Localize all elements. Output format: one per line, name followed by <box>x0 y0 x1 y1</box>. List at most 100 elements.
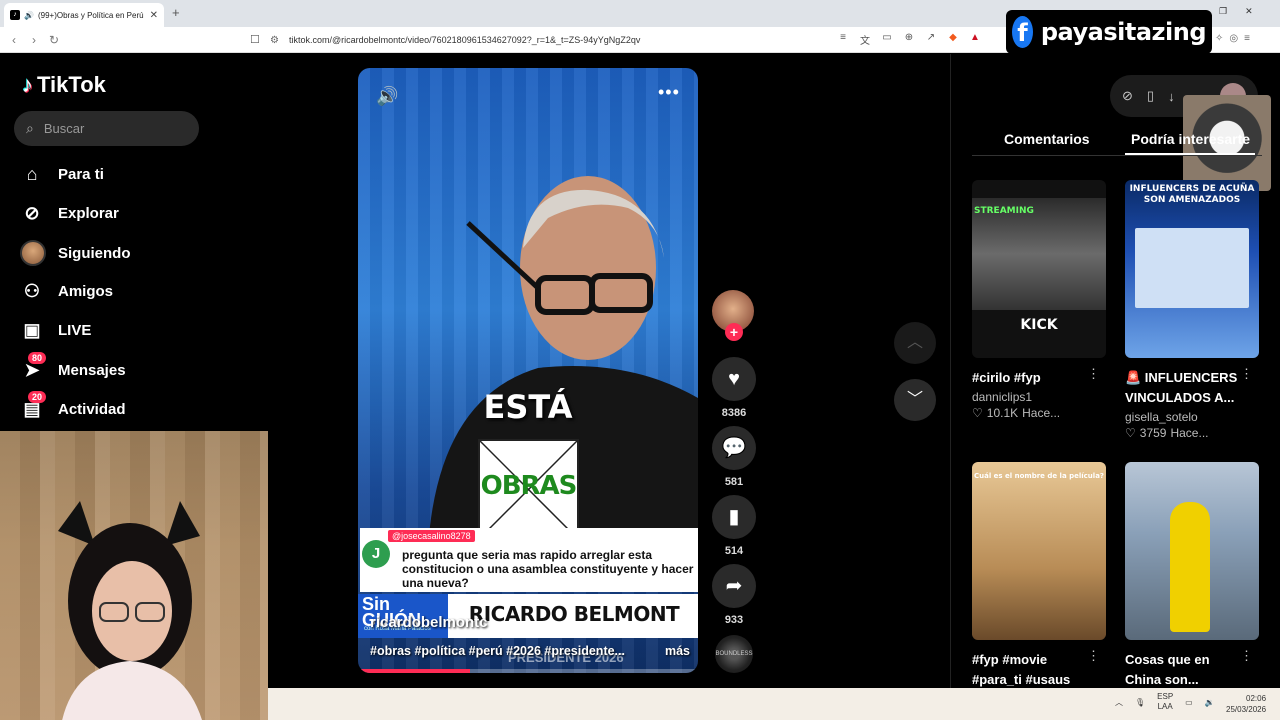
share-count: 933 <box>724 614 744 626</box>
search-input[interactable] <box>43 121 184 136</box>
clock-time: 02:06 <box>1246 694 1267 703</box>
volume-icon[interactable]: 🔊 <box>376 86 398 107</box>
messages-icon: ➤ 80 <box>20 351 47 381</box>
sidebar-item-explorar[interactable]: ⊘ Explorar <box>20 200 119 226</box>
card-title: #cirilo #fyp <box>972 370 1041 385</box>
sidebar-item-live[interactable]: ▣ LIVE <box>20 317 91 343</box>
microphone-icon[interactable]: 🎙 <box>1135 698 1145 707</box>
system-clock[interactable]: 02:06 25/03/2026 <box>1226 693 1266 715</box>
activity-icon: ▤ 20 <box>20 390 47 420</box>
list-item[interactable]: Cuál es el nombre de la película? #fyp #… <box>972 462 1106 690</box>
music-disc[interactable]: BOUNDLESS WORSHIP <box>715 635 753 695</box>
more-options-icon[interactable]: ⋮ <box>1087 648 1100 664</box>
avatar <box>20 240 46 266</box>
follow-plus-button[interactable]: + <box>725 323 743 341</box>
download-icon[interactable]: ↓ <box>1168 89 1175 104</box>
window-close-button[interactable]: ✕ <box>1245 6 1253 17</box>
list-item[interactable]: Cosas que en China son... ⋮ <box>1125 462 1259 690</box>
card-time: Hace... <box>1170 426 1209 440</box>
bookmark-icon[interactable]: ▮ <box>712 495 756 539</box>
back-icon[interactable]: ‹ <box>4 33 24 47</box>
reader-icon[interactable]: ≡ <box>832 32 854 47</box>
chevron-up-icon[interactable]: ︿ <box>1115 697 1123 708</box>
list-item[interactable]: STREAMING KICK #cirilo #fyp ⋮ danniclips… <box>972 180 1106 420</box>
compass-icon[interactable]: ⊘ <box>1122 88 1133 104</box>
streamer-figure <box>58 501 202 720</box>
url-text: tiktok.com/@ricardobelmontc/video/760218… <box>288 35 641 45</box>
webcam-overlay <box>0 431 268 720</box>
next-video-button[interactable]: ﹀ <box>894 379 936 421</box>
language-code: ESP <box>1157 692 1174 701</box>
browser-tab[interactable]: ♪ 🔊 (99+)Obras y Política en Perú ✕ <box>4 3 164 27</box>
system-tray: ︿ 🎙 ESP LAA ▭ 🔉 <box>1115 692 1215 712</box>
list-item[interactable]: INFLUENCERS DE ACUÑA SON AMENAZADOS 🚨 IN… <box>1125 180 1259 440</box>
share-action[interactable]: ➦ 933 <box>711 564 757 626</box>
messages-badge: 80 <box>28 351 47 364</box>
video-thumbnail[interactable] <box>1125 462 1259 640</box>
vpn-icon[interactable]: ◎ <box>1229 33 1238 44</box>
share-icon[interactable]: ↗ <box>920 32 942 47</box>
video-player[interactable]: 🔊 ••• ESTÁ OBRAS @josecasalino8278 J pre… <box>358 68 698 673</box>
site-info-icon[interactable]: ⚙ <box>270 35 279 46</box>
more-options-icon[interactable]: ⋮ <box>1087 366 1100 382</box>
sidebar-item-actividad[interactable]: ▤ 20 Actividad <box>20 390 126 422</box>
comment-icon[interactable]: 💬 <box>712 426 756 470</box>
bookmark-page-icon[interactable]: ☐ <box>250 33 260 46</box>
extensions-icon[interactable]: ✧ <box>1215 33 1223 44</box>
more-options-icon[interactable]: ••• <box>658 82 680 103</box>
screenshot-icon[interactable]: ▭ <box>876 32 898 47</box>
stream-overlay-badge: f payasitazing <box>1006 10 1212 54</box>
language-indicator[interactable]: ESP LAA <box>1157 692 1173 712</box>
tab-close-icon[interactable]: ✕ <box>150 10 158 21</box>
save-action[interactable]: ▮ 514 <box>711 495 757 557</box>
heart-icon[interactable]: ♥ <box>712 357 756 401</box>
maximize-button[interactable]: ❐ <box>1219 6 1227 17</box>
share-arrow-icon[interactable]: ➦ <box>712 564 756 608</box>
more-options-icon[interactable]: ⋮ <box>1240 366 1253 382</box>
sidebar-item-para-ti[interactable]: ⌂ Para ti <box>20 161 104 187</box>
video-thumbnail[interactable]: STREAMING KICK <box>972 180 1106 358</box>
card-time: Hace... <box>1022 406 1061 420</box>
card-meta: ♡ 3759 Hace... <box>1125 426 1259 440</box>
like-action[interactable]: ♥ 8386 <box>711 357 757 419</box>
video-thumbnail[interactable]: Cuál es el nombre de la película? <box>972 462 1106 640</box>
tab-may-interest[interactable]: Podría interesarte <box>1131 131 1250 147</box>
comment-action[interactable]: 💬 581 <box>711 426 757 488</box>
rewards-icon[interactable]: ▲ <box>964 32 986 47</box>
volume-tray-icon[interactable]: 🔉 <box>1205 698 1215 707</box>
display-icon[interactable]: ▭ <box>1185 698 1193 707</box>
device-icon[interactable]: ▯ <box>1147 88 1154 104</box>
search-box[interactable]: ⌕ <box>14 111 199 146</box>
thumbnail-caption: INFLUENCERS DE ACUÑA SON AMENAZADOS <box>1129 184 1255 205</box>
keyboard-layout: LAA <box>1157 702 1173 711</box>
sidebar-item-label: Amigos <box>58 282 114 300</box>
activity-badge: 20 <box>28 390 47 403</box>
translate-icon[interactable]: 文 <box>854 32 876 47</box>
video-thumbnail[interactable]: INFLUENCERS DE ACUÑA SON AMENAZADOS <box>1125 180 1259 358</box>
sidebar-item-label: Actividad <box>58 400 126 418</box>
card-user[interactable]: gisella_sotelo <box>1125 410 1259 424</box>
menu-icon[interactable]: ≡ <box>1244 33 1250 44</box>
panel-divider <box>950 54 951 688</box>
sidebar-item-mensajes[interactable]: ➤ 80 Mensajes <box>20 351 126 383</box>
video-progress-bar[interactable] <box>358 669 698 673</box>
thumbnail-tag: STREAMING <box>974 206 1034 216</box>
forward-icon[interactable]: › <box>24 33 44 47</box>
tiktok-logo[interactable]: ♪ TikTok <box>22 72 106 98</box>
speaker-icon: 🔊 <box>24 10 34 20</box>
brave-shield-icon[interactable]: ◆ <box>942 32 964 47</box>
sidebar-item-amigos[interactable]: ⚇ Amigos <box>20 278 113 304</box>
creator-username[interactable]: ricardobelmontc <box>370 614 488 631</box>
new-tab-button[interactable]: + <box>172 5 180 20</box>
sidebar-item-siguiendo[interactable]: Siguiendo <box>20 240 131 266</box>
sidebar-item-label: Explorar <box>58 204 119 222</box>
more-link[interactable]: más <box>665 644 690 658</box>
comment-count: 581 <box>724 476 744 488</box>
card-user[interactable]: danniclips1 <box>972 390 1106 404</box>
tab-comments[interactable]: Comentarios <box>1004 131 1090 147</box>
description-text: #obras #política #perú #2026 #presidente… <box>370 644 625 658</box>
more-options-icon[interactable]: ⋮ <box>1240 648 1253 664</box>
zoom-icon[interactable]: ⊕ <box>898 32 920 47</box>
previous-video-button[interactable]: ︿ <box>894 322 936 364</box>
reload-icon[interactable]: ↻ <box>44 33 64 47</box>
